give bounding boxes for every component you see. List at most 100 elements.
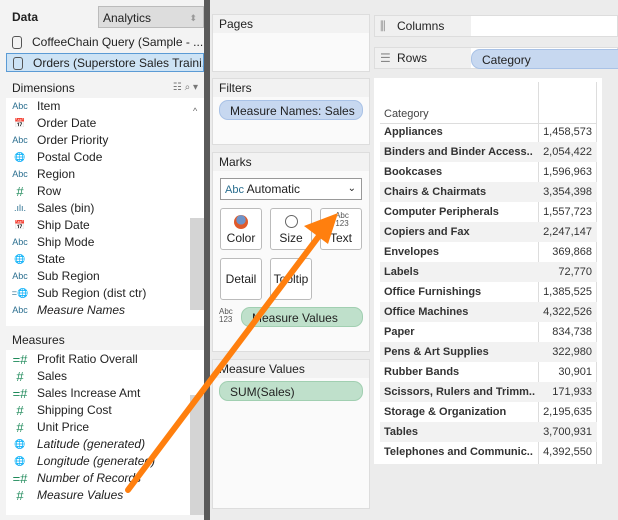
field-type-icon: 📅: [14, 220, 26, 230]
field-type-icon: =#: [12, 471, 28, 486]
sales-value-cell: 4,322,526: [543, 306, 592, 318]
measures-list: =# Profit Ratio Overall # Sales =# Sales Incr…: [6, 350, 192, 515]
field-item[interactable]: # Row: [6, 183, 192, 200]
table-row[interactable]: Appliances 1,458,573: [380, 122, 597, 142]
table-row[interactable]: Office Furnishings 1,385,525: [380, 282, 597, 302]
field-item[interactable]: Abc Ship Mode: [6, 234, 192, 251]
field-item[interactable]: 🌐 Latitude (generated): [6, 436, 192, 453]
filter-pill-measure-names[interactable]: Measure Names: Sales: [219, 100, 363, 120]
table-row[interactable]: Chairs & Chairmats 3,354,398: [380, 182, 597, 202]
field-item[interactable]: Abc Order Priority: [6, 132, 192, 149]
size-button[interactable]: Size: [270, 208, 312, 250]
field-item[interactable]: 🌐 Postal Code: [6, 149, 192, 166]
field-label: Ship Mode: [37, 235, 95, 249]
abc-icon: Abc: [225, 184, 244, 196]
field-item[interactable]: # Unit Price: [6, 419, 192, 436]
field-item[interactable]: # Sales: [6, 368, 192, 385]
datasource-label: CoffeeChain Query (Sample - ...: [32, 35, 204, 49]
table-row[interactable]: Telephones and Communic.. 4,392,550: [380, 442, 597, 462]
field-label: Sales (bin): [37, 201, 95, 215]
field-item[interactable]: =# Sales Increase Amt: [6, 385, 192, 402]
table-row[interactable]: Tables 3,700,931: [380, 422, 597, 442]
table-row[interactable]: Binders and Binder Access.. 2,054,422: [380, 142, 597, 162]
dimensions-title: Dimensions: [12, 81, 75, 95]
field-type-icon: =#: [12, 352, 28, 367]
category-cell: Binders and Binder Access..: [384, 146, 533, 158]
columns-shelf[interactable]: ⫼ Columns: [374, 15, 618, 37]
field-label: Postal Code: [37, 150, 103, 164]
table-row[interactable]: Office Machines 4,322,526: [380, 302, 597, 322]
field-label: Region: [37, 167, 76, 181]
rows-shelf[interactable]: ☰ Rows Category: [374, 47, 618, 69]
view-list-icon[interactable]: ☷: [173, 82, 182, 93]
datasource-coffeechain[interactable]: CoffeeChain Query (Sample - ...: [6, 33, 204, 52]
table-row[interactable]: Labels 72,770: [380, 262, 597, 282]
field-label: Longitude (generated): [37, 454, 156, 468]
dimensions-list: Abc Item 📅 Order Date Abc Order Priority 🌐 Post…: [6, 98, 192, 326]
table-row[interactable]: Computer Peripherals 1,557,723: [380, 202, 597, 222]
category-cell: Bookcases: [384, 166, 443, 178]
table-row[interactable]: Rubber Bands 30,901: [380, 362, 597, 382]
field-item[interactable]: =# Profit Ratio Overall: [6, 351, 192, 368]
filters-card[interactable]: Filters Measure Names: Sales: [212, 78, 370, 145]
field-type-icon: 🌐: [14, 439, 26, 449]
category-cell: Office Furnishings: [384, 286, 482, 298]
dimensions-header: Dimensions ☷ ⌕ ▾: [6, 79, 204, 97]
field-item[interactable]: Abc Measure Names: [6, 302, 192, 319]
category-cell: Pens & Art Supplies: [384, 346, 489, 358]
table-row[interactable]: Scissors, Rulers and Trimm.. 171,933: [380, 382, 597, 402]
field-item[interactable]: 📅 Ship Date: [6, 217, 192, 234]
field-label: Sales Increase Amt: [37, 386, 141, 400]
measures-header: Measures: [12, 333, 65, 347]
field-type-icon: Abc: [12, 169, 28, 179]
datasource-orders[interactable]: Orders (Superstore Sales Traini...: [6, 53, 204, 72]
table-row[interactable]: Copiers and Fax 2,247,147: [380, 222, 597, 242]
color-button[interactable]: Color: [220, 208, 262, 250]
field-type-icon: #: [16, 488, 24, 503]
pane-divider[interactable]: [204, 0, 210, 520]
mark-type-select[interactable]: Abc Automatic ⌄: [220, 178, 362, 200]
field-item[interactable]: Abc Region: [6, 166, 192, 183]
search-icon[interactable]: ⌕: [185, 82, 191, 93]
field-item[interactable]: # Measure Values: [6, 487, 192, 504]
measures-scrollbar[interactable]: [190, 350, 204, 515]
tooltip-button[interactable]: Tooltip: [270, 258, 312, 300]
marks-card: Marks Abc Automatic ⌄ Color Size Abc 123 T…: [212, 152, 370, 352]
tab-data[interactable]: Data: [0, 6, 98, 28]
field-item[interactable]: Abc Item: [6, 98, 192, 115]
menu-arrow-icon[interactable]: ▾: [193, 82, 198, 93]
field-item[interactable]: 🌐 State: [6, 251, 192, 268]
field-type-icon: Abc: [12, 237, 28, 247]
table-row[interactable]: Envelopes 369,868: [380, 242, 597, 262]
field-label: Latitude (generated): [37, 437, 146, 451]
crosstab: Category Appliances 1,458,573 Binders and …: [374, 78, 602, 464]
field-type-icon: 📅: [14, 118, 26, 128]
sales-value-cell: 1,458,573: [543, 126, 592, 138]
tab-analytics[interactable]: Analytics ⬍: [98, 6, 204, 28]
pages-card[interactable]: Pages: [212, 14, 370, 72]
field-item[interactable]: # Shipping Cost: [6, 402, 192, 419]
field-item[interactable]: =🌐 Sub Region (dist ctr): [6, 285, 192, 302]
table-row[interactable]: Bookcases 1,596,963: [380, 162, 597, 182]
size-icon: [285, 215, 298, 228]
sales-value-cell: 3,354,398: [543, 186, 592, 198]
category-cell: Office Machines: [384, 306, 469, 318]
dimensions-scrollbar[interactable]: ^: [190, 98, 204, 326]
field-item[interactable]: 📅 Order Date: [6, 115, 192, 132]
field-label: Number of Records: [37, 471, 142, 485]
table-row[interactable]: Pens & Art Supplies 322,980: [380, 342, 597, 362]
category-cell: Appliances: [384, 126, 443, 138]
sum-sales-pill[interactable]: SUM(Sales): [219, 381, 363, 401]
field-item[interactable]: =# Number of Records: [6, 470, 192, 487]
table-row[interactable]: Storage & Organization 2,195,635: [380, 402, 597, 422]
field-item[interactable]: 🌐 Longitude (generated): [6, 453, 192, 470]
text-button[interactable]: Abc 123 Text: [320, 208, 362, 250]
table-row[interactable]: Paper 834,738: [380, 322, 597, 342]
field-label: State: [37, 252, 66, 266]
detail-button[interactable]: Detail: [220, 258, 262, 300]
field-item[interactable]: Abc Sub Region: [6, 268, 192, 285]
category-row-pill[interactable]: Category: [471, 49, 618, 69]
field-item[interactable]: .ılı. Sales (bin): [6, 200, 192, 217]
measure-values-mark-pill[interactable]: Measure Values: [241, 307, 363, 327]
sales-value-cell: 1,385,525: [543, 286, 592, 298]
